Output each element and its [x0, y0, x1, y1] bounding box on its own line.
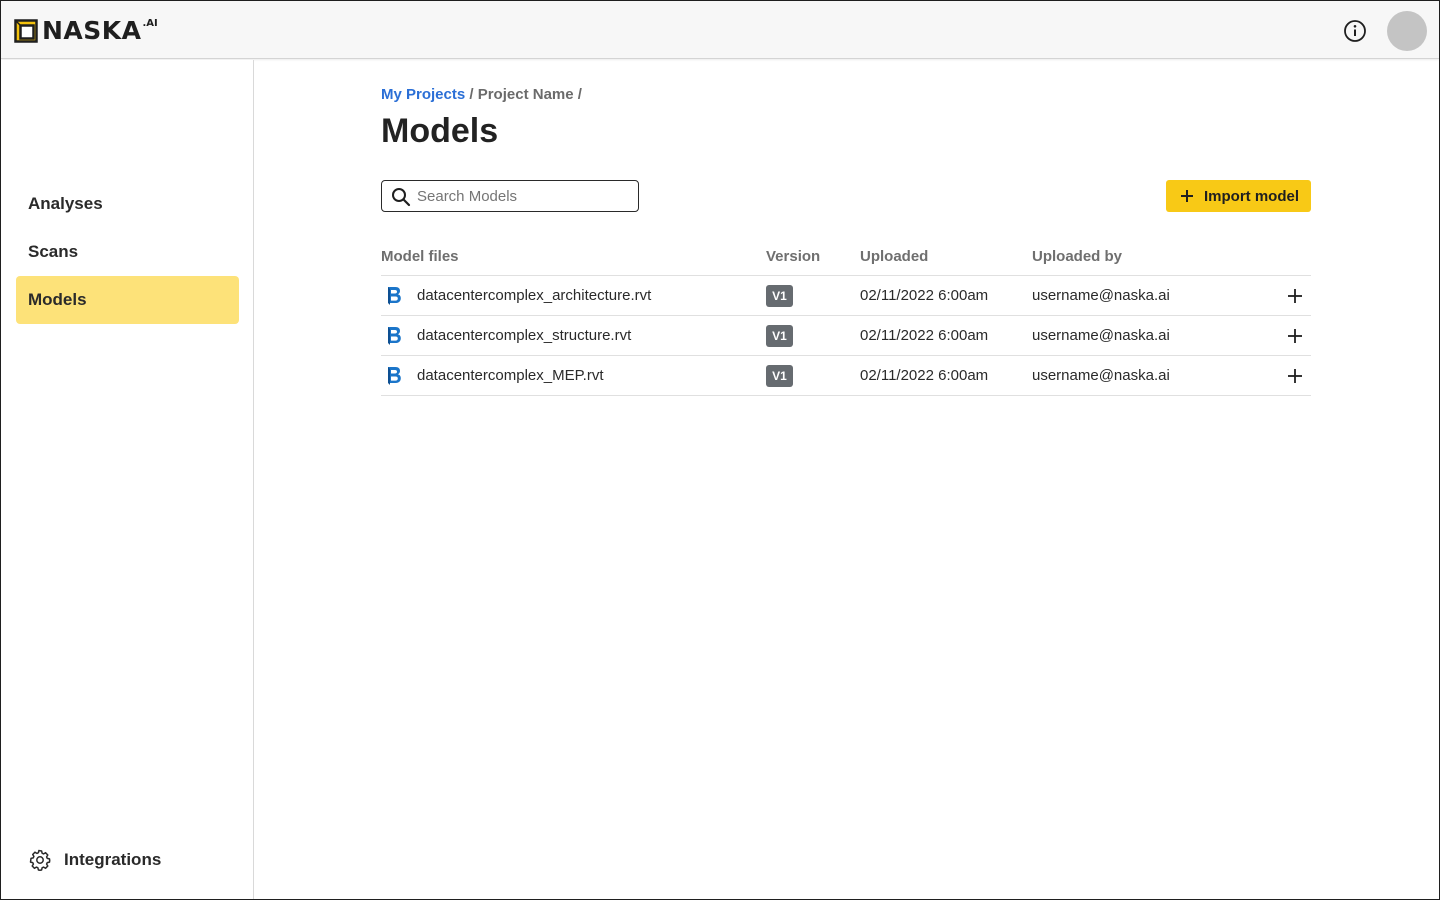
integrations-label: Integrations	[64, 850, 162, 869]
column-header-version[interactable]: Version	[766, 248, 820, 265]
breadcrumb-separator: /	[465, 86, 478, 103]
brand-logo[interactable]: NASKA .AI	[14, 18, 158, 44]
table-row[interactable]: datacentercomplex_MEP.rvt V1 02/11/2022 …	[381, 356, 1311, 396]
model-file-name[interactable]: datacentercomplex_MEP.rvt	[417, 356, 603, 396]
user-avatar[interactable]	[1387, 11, 1427, 51]
info-circle-icon[interactable]	[1343, 19, 1367, 43]
model-file-name[interactable]: datacentercomplex_structure.rvt	[417, 316, 631, 356]
top-bar: NASKA .AI	[1, 1, 1439, 59]
column-header-model-files[interactable]: Model files	[381, 248, 459, 265]
breadcrumb-my-projects[interactable]: My Projects	[381, 86, 465, 103]
page-title: Models	[381, 112, 499, 150]
bim-file-icon	[388, 367, 401, 385]
models-table: Model files Version Uploaded Uploaded by…	[381, 236, 1311, 396]
import-model-button[interactable]: Import model	[1166, 180, 1311, 212]
logo-mark-icon	[14, 19, 38, 43]
brand-suffix: .AI	[142, 17, 158, 29]
gear-icon	[29, 849, 51, 871]
version-badge: V1	[766, 285, 793, 307]
search-icon	[392, 188, 411, 207]
sidebar: Analyses Scans Models Integrations	[1, 60, 254, 899]
breadcrumb-separator: /	[573, 86, 582, 103]
uploaded-by: username@naska.ai	[1032, 327, 1170, 344]
brand-name: NASKA	[42, 16, 142, 45]
sidebar-item-integrations[interactable]: Integrations	[28, 848, 161, 872]
import-model-label: Import model	[1204, 187, 1300, 205]
model-file-name[interactable]: datacentercomplex_architecture.rvt	[417, 276, 651, 316]
sidebar-item-analyses[interactable]: Analyses	[16, 180, 239, 228]
search-input[interactable]	[417, 185, 632, 207]
search-box[interactable]	[381, 180, 639, 212]
sidebar-item-scans[interactable]: Scans	[16, 228, 239, 276]
column-header-uploaded-by[interactable]: Uploaded by	[1032, 248, 1122, 265]
table-header: Model files Version Uploaded Uploaded by	[381, 236, 1311, 276]
uploaded-date: 02/11/2022 6:00am	[860, 367, 989, 384]
version-badge: V1	[766, 365, 793, 387]
uploaded-by: username@naska.ai	[1032, 367, 1170, 384]
add-row-plus-icon[interactable]	[1287, 288, 1303, 304]
table-row[interactable]: datacentercomplex_structure.rvt V1 02/11…	[381, 316, 1311, 356]
uploaded-date: 02/11/2022 6:00am	[860, 287, 989, 304]
plus-icon	[1181, 190, 1193, 202]
uploaded-date: 02/11/2022 6:00am	[860, 327, 989, 344]
breadcrumb: My Projects / Project Name /	[381, 86, 582, 103]
column-header-uploaded[interactable]: Uploaded	[860, 248, 928, 265]
bim-file-icon	[388, 287, 401, 305]
version-badge: V1	[766, 325, 793, 347]
uploaded-by: username@naska.ai	[1032, 287, 1170, 304]
breadcrumb-project-name[interactable]: Project Name	[478, 86, 574, 103]
sidebar-item-models[interactable]: Models	[16, 276, 239, 324]
table-row[interactable]: datacentercomplex_architecture.rvt V1 02…	[381, 276, 1311, 316]
add-row-plus-icon[interactable]	[1287, 328, 1303, 344]
add-row-plus-icon[interactable]	[1287, 368, 1303, 384]
bim-file-icon	[388, 327, 401, 345]
